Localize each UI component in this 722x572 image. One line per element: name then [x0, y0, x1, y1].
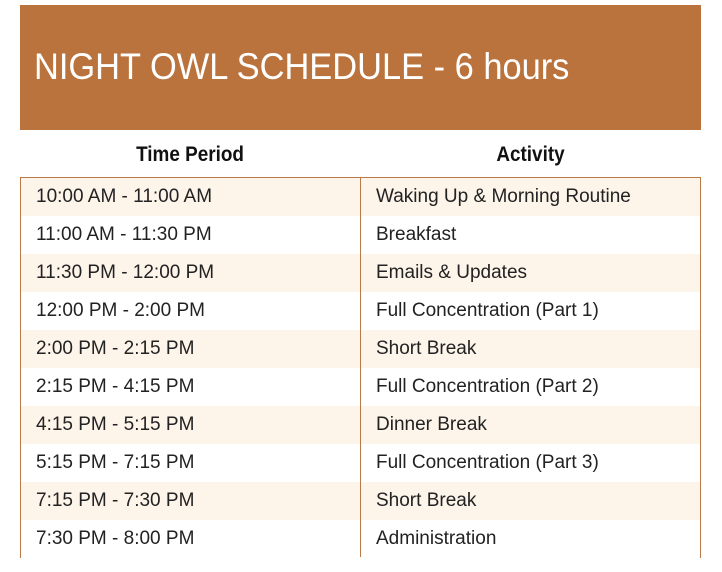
title-banner: NIGHT OWL SCHEDULE - 6 hours [20, 5, 701, 130]
column-divider [360, 178, 361, 557]
time-cell: 5:15 PM - 7:15 PM [36, 452, 195, 473]
time-cell: 4:15 PM - 5:15 PM [36, 414, 195, 435]
time-cell: 2:00 PM - 2:15 PM [36, 338, 195, 359]
column-header-time-period: Time Period [136, 143, 244, 166]
time-cell: 12:00 PM - 2:00 PM [36, 300, 205, 321]
page-title: NIGHT OWL SCHEDULE - 6 hours [34, 46, 570, 87]
activity-cell: Waking Up & Morning Routine [376, 186, 631, 207]
time-cell: 11:30 PM - 12:00 PM [36, 262, 215, 283]
column-header-activity: Activity [496, 143, 565, 166]
activity-cell: Full Concentration (Part 1) [376, 300, 599, 321]
activity-cell: Short Break [376, 338, 477, 359]
activity-cell: Breakfast [376, 224, 457, 245]
activity-cell: Administration [376, 528, 497, 549]
time-cell: 7:15 PM - 7:30 PM [36, 490, 195, 511]
activity-cell: Short Break [376, 490, 477, 511]
time-cell: 10:00 AM - 11:00 AM [36, 186, 213, 207]
time-cell: 11:00 AM - 11:30 PM [36, 224, 212, 245]
time-cell: 2:15 PM - 4:15 PM [36, 376, 195, 397]
activity-cell: Full Concentration (Part 2) [376, 376, 599, 397]
time-cell: 7:30 PM - 8:00 PM [36, 528, 195, 549]
activity-cell: Full Concentration (Part 3) [376, 452, 599, 473]
activity-cell: Emails & Updates [376, 262, 528, 283]
table-header: Time Period Activity [20, 138, 701, 174]
activity-cell: Dinner Break [376, 414, 487, 435]
schedule-table: 10:00 AM - 11:00 AM Waking Up & Morning … [20, 177, 701, 558]
